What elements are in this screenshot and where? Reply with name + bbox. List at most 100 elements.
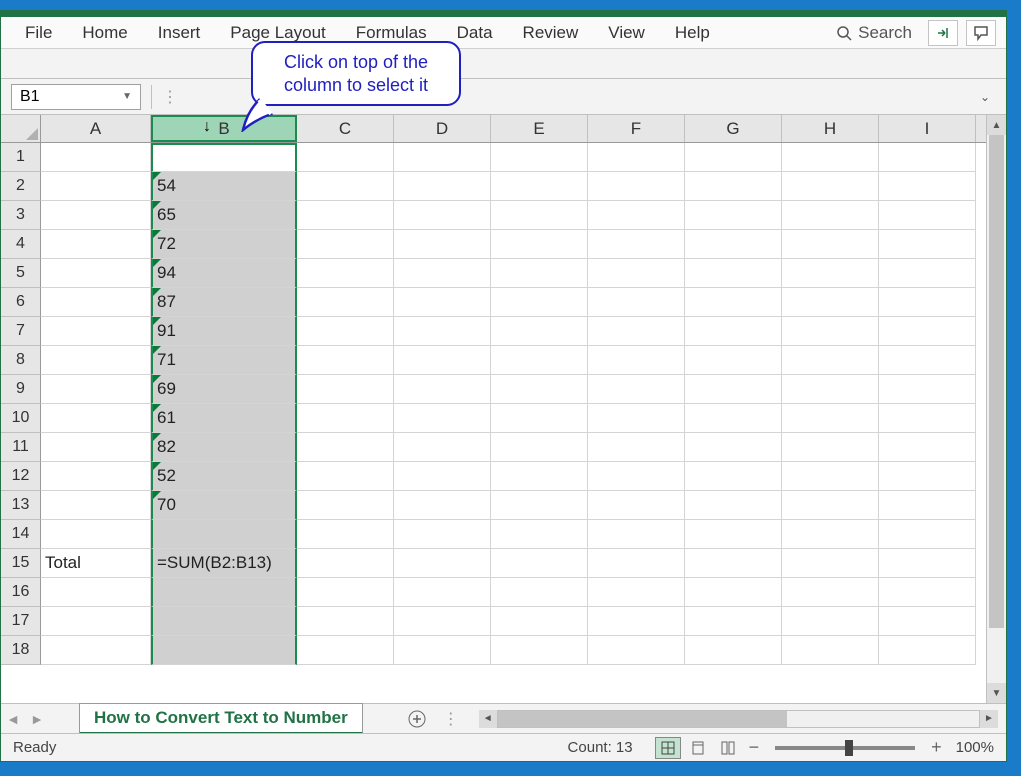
cell[interactable] [394, 491, 491, 520]
cell[interactable] [41, 288, 151, 317]
cell[interactable] [297, 259, 394, 288]
cell[interactable] [297, 491, 394, 520]
cell[interactable] [685, 491, 782, 520]
cell[interactable] [879, 288, 976, 317]
cell[interactable] [491, 346, 588, 375]
cell[interactable] [297, 636, 394, 665]
cell[interactable] [41, 259, 151, 288]
row-header[interactable]: 12 [1, 462, 41, 491]
cell[interactable] [879, 143, 976, 172]
cell[interactable] [491, 404, 588, 433]
cell[interactable] [685, 404, 782, 433]
cell[interactable] [491, 172, 588, 201]
cell[interactable] [685, 636, 782, 665]
cell[interactable] [588, 143, 685, 172]
cell[interactable]: 54 [151, 172, 297, 201]
row-header[interactable]: 5 [1, 259, 41, 288]
cell[interactable] [151, 636, 297, 665]
cell[interactable]: 91 [151, 317, 297, 346]
cell[interactable] [685, 143, 782, 172]
cell[interactable] [782, 259, 879, 288]
col-header-D[interactable]: D [394, 115, 491, 142]
cell[interactable] [782, 172, 879, 201]
cell[interactable] [588, 201, 685, 230]
name-box[interactable]: B1 ▼ [11, 84, 141, 110]
cell[interactable] [685, 520, 782, 549]
view-normal-button[interactable] [655, 737, 681, 759]
cell[interactable] [41, 317, 151, 346]
scroll-down-button[interactable]: ▼ [987, 683, 1006, 703]
cell[interactable] [588, 317, 685, 346]
cell[interactable] [782, 346, 879, 375]
cell[interactable] [491, 143, 588, 172]
cell[interactable] [782, 143, 879, 172]
cell[interactable] [394, 288, 491, 317]
cell[interactable] [588, 491, 685, 520]
scroll-track[interactable] [987, 135, 1006, 683]
cell[interactable] [394, 607, 491, 636]
cell[interactable] [394, 549, 491, 578]
cell[interactable] [41, 230, 151, 259]
cell[interactable] [588, 433, 685, 462]
cell[interactable] [394, 259, 491, 288]
chevron-down-icon[interactable]: ▼ [122, 91, 132, 102]
cell[interactable] [297, 230, 394, 259]
cell[interactable]: 52 [151, 462, 297, 491]
hscroll-right-button[interactable]: ► [980, 710, 998, 728]
cell[interactable] [491, 230, 588, 259]
row-header[interactable]: 3 [1, 201, 41, 230]
cell[interactable] [297, 346, 394, 375]
col-header-B[interactable]: ↓ B [151, 115, 297, 142]
menu-help[interactable]: Help [661, 19, 724, 47]
cell[interactable] [782, 201, 879, 230]
cell[interactable]: Total [41, 549, 151, 578]
cell[interactable]: 69 [151, 375, 297, 404]
cell[interactable] [491, 607, 588, 636]
cell[interactable] [879, 375, 976, 404]
cell[interactable]: 70 [151, 491, 297, 520]
formula-bar-expand[interactable]: ⌄ [974, 86, 996, 108]
row-header[interactable]: 8 [1, 346, 41, 375]
cell[interactable] [491, 201, 588, 230]
cell[interactable] [879, 578, 976, 607]
cell[interactable] [685, 230, 782, 259]
row-header[interactable]: 13 [1, 491, 41, 520]
cell[interactable] [394, 404, 491, 433]
vertical-scrollbar[interactable]: ▲ ▼ [986, 115, 1006, 703]
cell[interactable] [297, 404, 394, 433]
cell[interactable] [782, 404, 879, 433]
cell[interactable] [394, 230, 491, 259]
row-header[interactable]: 1 [1, 143, 41, 172]
cell[interactable] [685, 259, 782, 288]
tab-next-button[interactable]: ► [25, 707, 49, 731]
cell[interactable] [297, 433, 394, 462]
menu-view[interactable]: View [594, 19, 659, 47]
cell[interactable] [685, 346, 782, 375]
cell[interactable] [491, 549, 588, 578]
zoom-in-button[interactable]: + [925, 737, 948, 758]
cell[interactable] [41, 491, 151, 520]
cell[interactable]: 71 [151, 346, 297, 375]
cell[interactable] [782, 375, 879, 404]
cell[interactable] [297, 317, 394, 346]
col-header-A[interactable]: A [41, 115, 151, 142]
cell[interactable] [491, 288, 588, 317]
share-button[interactable] [928, 20, 958, 46]
cell[interactable] [491, 578, 588, 607]
col-header-G[interactable]: G [685, 115, 782, 142]
cell[interactable] [879, 636, 976, 665]
cell[interactable] [782, 230, 879, 259]
cell[interactable] [588, 172, 685, 201]
menu-file[interactable]: File [11, 19, 66, 47]
row-header[interactable]: 7 [1, 317, 41, 346]
cell[interactable] [491, 462, 588, 491]
cell[interactable]: 94 [151, 259, 297, 288]
cell[interactable] [491, 433, 588, 462]
row-header[interactable]: 14 [1, 520, 41, 549]
cell[interactable] [41, 433, 151, 462]
scroll-thumb[interactable] [989, 135, 1004, 628]
cell[interactable] [879, 462, 976, 491]
cell[interactable]: 82 [151, 433, 297, 462]
cell[interactable] [41, 201, 151, 230]
cell[interactable] [685, 317, 782, 346]
